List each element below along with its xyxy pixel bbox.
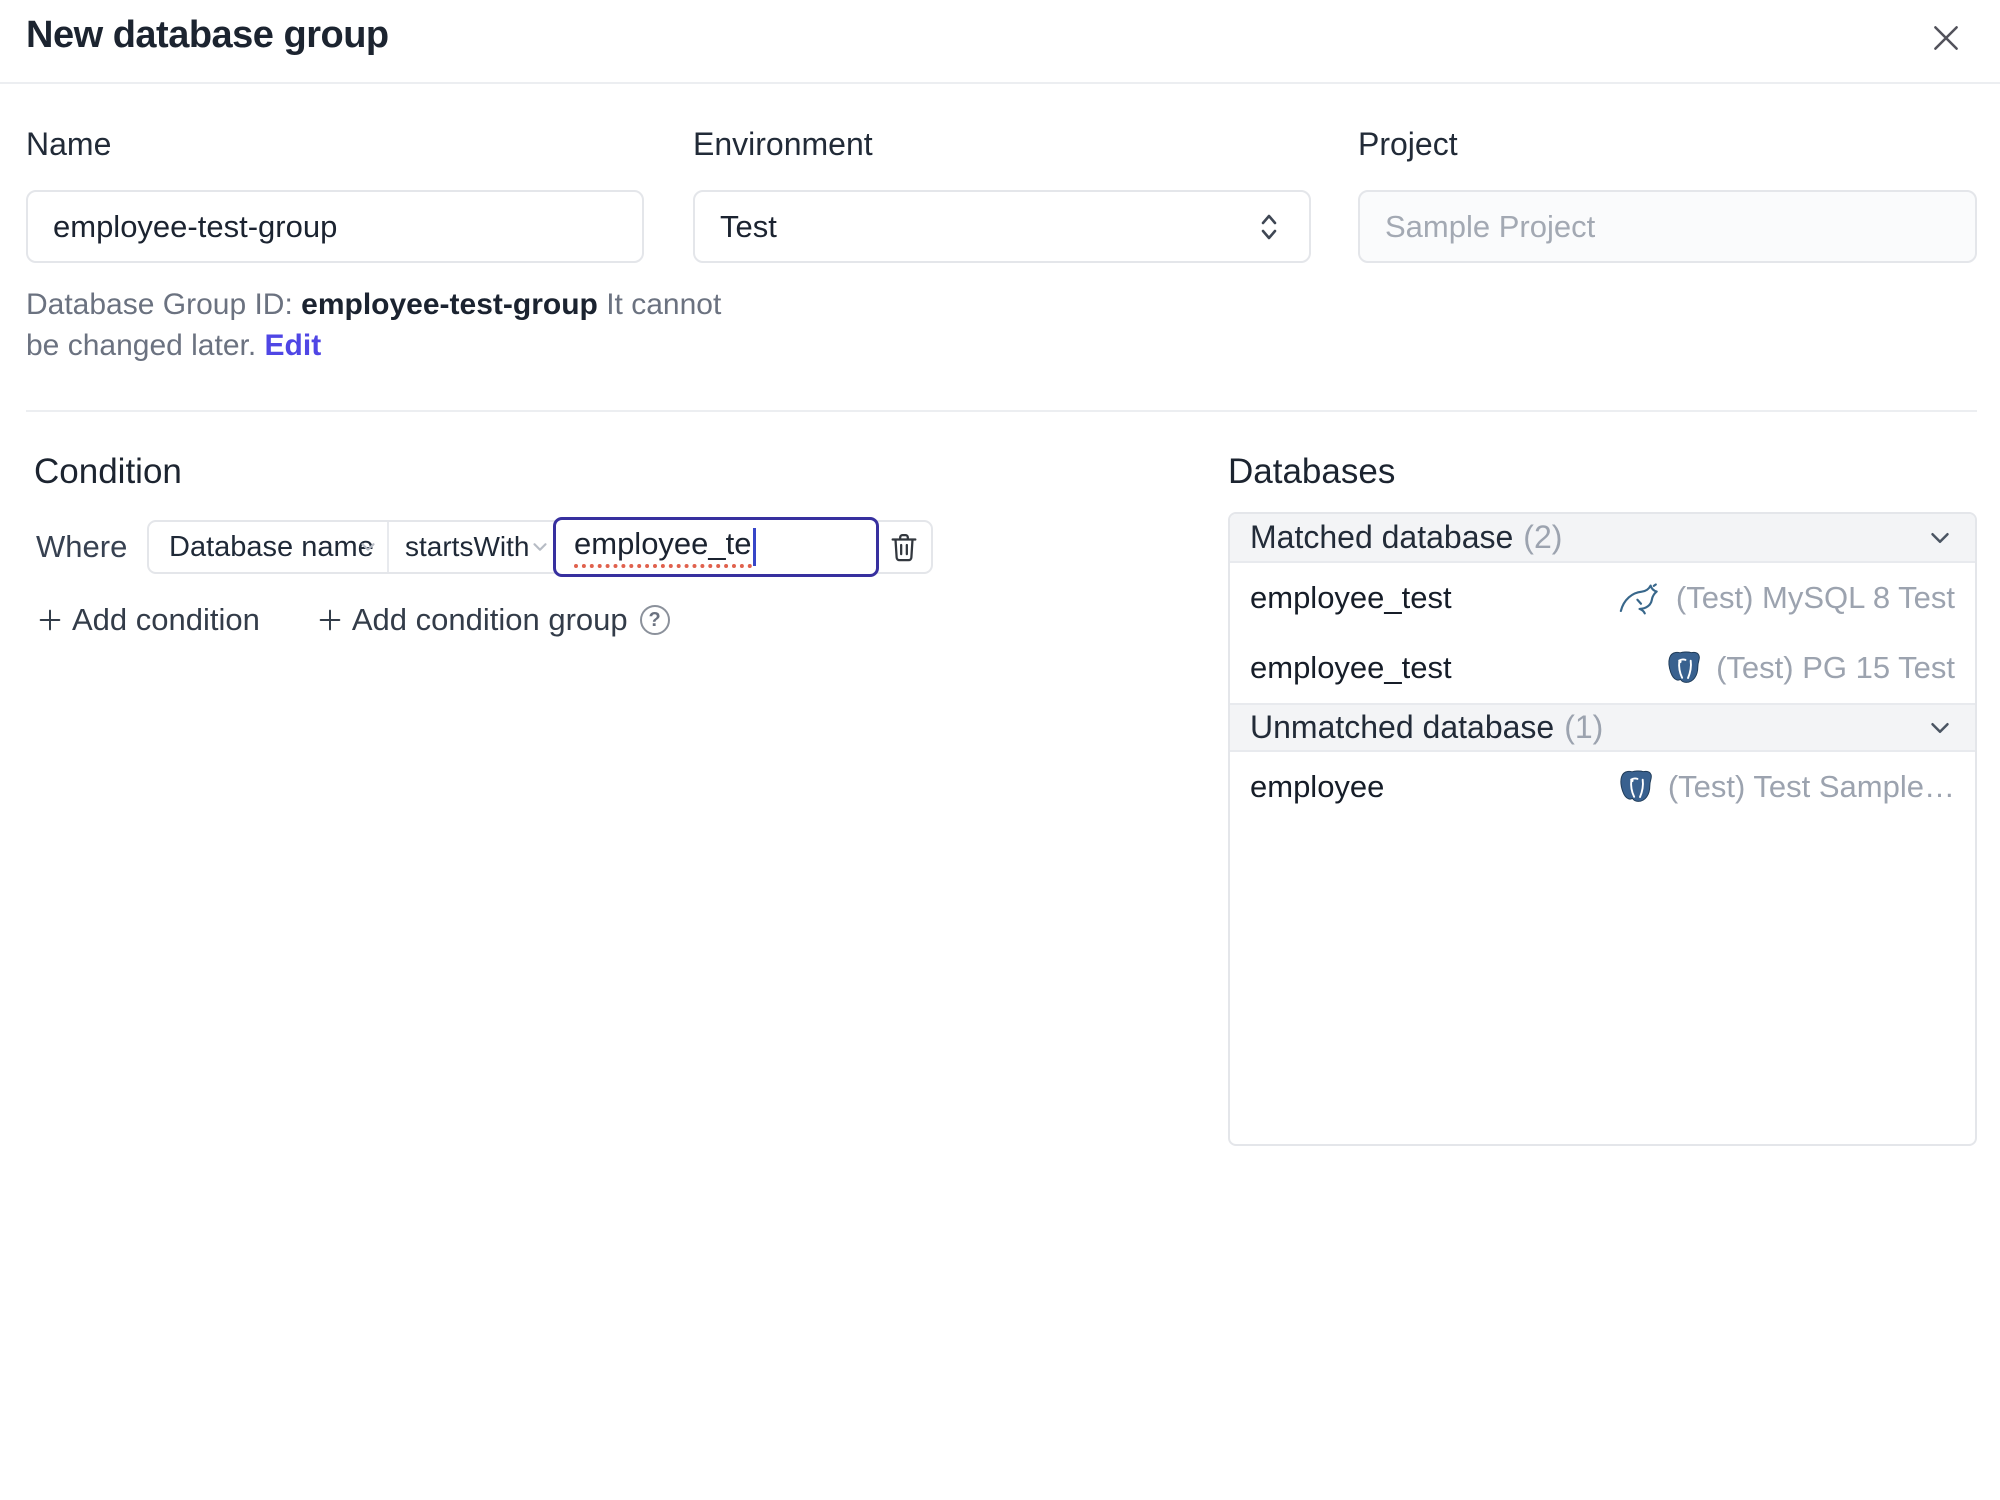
database-group-id-note: Database Group ID: employee-test-group I…: [26, 284, 726, 366]
condition-operator-select[interactable]: startsWith: [391, 522, 555, 572]
instance-label: (Test) MySQL 8 Test: [1675, 580, 1955, 615]
mysql-icon: [1618, 580, 1664, 616]
environment-selected-value: Test: [720, 208, 777, 244]
condition-actions: Add condition Add condition group ?: [36, 602, 670, 638]
project-label: Project: [1358, 126, 1458, 162]
page-title: New database group: [26, 14, 389, 56]
database-instance: (Test) MySQL 8 Test: [1618, 580, 1955, 616]
database-row: employee_test (Test) PG 15 Test: [1230, 633, 1975, 703]
database-row: employee (Test) Test Sample…: [1230, 752, 1975, 822]
delete-condition-button[interactable]: [877, 522, 931, 572]
condition-field-select[interactable]: Database name: [149, 522, 389, 572]
databases-heading: Databases: [1228, 452, 1396, 491]
add-condition-button[interactable]: Add condition: [36, 602, 260, 638]
condition-row: Database name startsWith employee_te: [147, 517, 933, 577]
chevron-down-icon: [1925, 523, 1955, 553]
help-icon: ?: [639, 605, 670, 635]
dialog-header: New database group: [0, 0, 2000, 84]
databases-panel: Matched database (2) employee_test (Test: [1228, 512, 1977, 1146]
where-label: Where: [36, 529, 128, 564]
updown-chevron-icon: [1254, 210, 1284, 244]
postgresql-icon: [1666, 649, 1704, 687]
plus-icon: [316, 606, 344, 634]
matched-database-count: (2): [1523, 519, 1563, 555]
database-instance: (Test) PG 15 Test: [1666, 649, 1955, 687]
id-note-id: employee-test-group: [301, 288, 598, 321]
unmatched-database-count: (1): [1564, 709, 1604, 745]
condition-operator-value: startsWith: [405, 531, 530, 562]
environment-select[interactable]: Test: [693, 190, 1311, 263]
database-name: employee_test: [1250, 650, 1452, 685]
text-caret: [752, 528, 756, 566]
edit-link[interactable]: Edit: [265, 329, 322, 362]
postgresql-icon: [1618, 768, 1656, 806]
section-divider: [26, 410, 1977, 412]
database-name: employee: [1250, 769, 1385, 804]
add-condition-group-button[interactable]: Add condition group ?: [316, 602, 670, 638]
add-condition-label: Add condition: [72, 602, 260, 637]
unmatched-database-header[interactable]: Unmatched database (1): [1230, 703, 1975, 752]
project-field: Sample Project: [1358, 190, 1977, 263]
trash-icon: [887, 530, 921, 564]
close-icon: [1929, 21, 1963, 55]
condition-value-input[interactable]: employee_te: [553, 517, 879, 577]
condition-value-text: employee_te: [574, 526, 752, 568]
id-note-prefix: Database Group ID:: [26, 288, 293, 321]
matched-database-header[interactable]: Matched database (2): [1230, 514, 1975, 563]
chevron-down-icon: [1925, 713, 1955, 743]
database-instance: (Test) Test Sample…: [1618, 768, 1955, 806]
matched-database-title: Matched database: [1250, 519, 1514, 555]
unmatched-database-title: Unmatched database: [1250, 709, 1555, 745]
name-input[interactable]: [26, 190, 644, 263]
chevron-down-icon: [529, 536, 551, 558]
instance-label: (Test) PG 15 Test: [1716, 650, 1955, 685]
plus-icon: [36, 606, 64, 634]
chevron-down-icon: [357, 536, 379, 558]
condition-field-value: Database name: [169, 530, 374, 563]
database-row: employee_test (Test) MySQL 8 Test: [1230, 563, 1975, 633]
instance-label: (Test) Test Sample…: [1667, 769, 1955, 804]
condition-heading: Condition: [34, 452, 182, 491]
new-database-group-dialog: New database group Name Environment Test…: [0, 0, 2000, 1500]
database-name: employee_test: [1250, 580, 1452, 615]
project-value: Sample Project: [1385, 208, 1596, 244]
environment-label: Environment: [693, 126, 873, 162]
close-button[interactable]: [1924, 16, 1968, 60]
add-condition-group-label: Add condition group: [351, 602, 628, 637]
name-label: Name: [26, 126, 112, 162]
